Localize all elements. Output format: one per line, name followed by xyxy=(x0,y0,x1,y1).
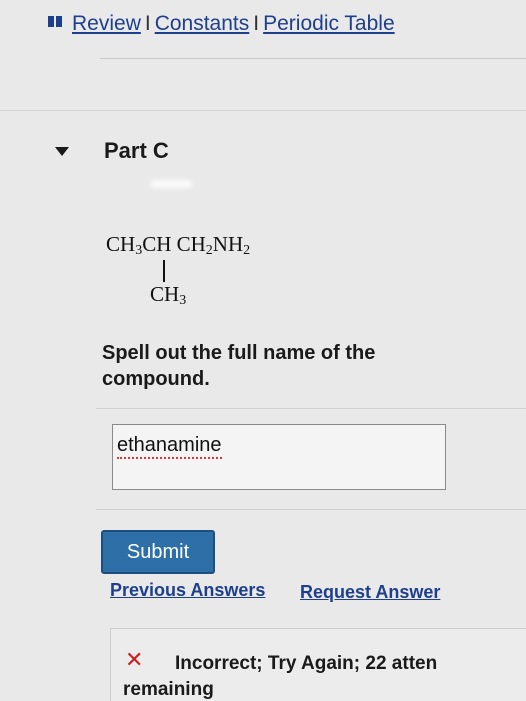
screen-glare xyxy=(150,180,192,188)
question-text: Spell out the full name of the compound. xyxy=(102,342,376,390)
collapse-caret-icon[interactable] xyxy=(55,147,69,156)
resource-links: Review I Constants I Periodic Table xyxy=(48,12,395,36)
formula-main-chain: CH3CH CH2NH2 xyxy=(106,232,251,258)
submit-button[interactable]: Submit xyxy=(101,530,215,574)
bond-line xyxy=(163,260,165,282)
feedback-message: Incorrect; Try Again; 22 atten remaining xyxy=(123,653,438,700)
previous-answers-link[interactable]: Previous Answers xyxy=(110,580,265,601)
part-title: Part C xyxy=(104,138,169,163)
divider xyxy=(0,110,526,111)
request-answer-link[interactable]: Request Answer xyxy=(300,582,440,603)
feedback-panel: ✕ Incorrect; Try Again; 22 atten remaini… xyxy=(110,628,526,701)
answer-value: ethanamine xyxy=(117,433,222,459)
periodic-table-link[interactable]: Periodic Table xyxy=(263,12,395,35)
link-separator: I xyxy=(144,12,151,35)
formula-branch: CH3 xyxy=(150,282,187,308)
book-icon xyxy=(48,16,62,27)
link-separator: I xyxy=(253,12,260,35)
constants-link[interactable]: Constants xyxy=(155,12,250,35)
structural-formula: CH3CH CH2NH2 CH3 xyxy=(106,232,326,312)
review-link[interactable]: Review xyxy=(72,12,141,35)
divider xyxy=(100,58,526,59)
answer-input[interactable]: ethanamine xyxy=(112,424,446,490)
